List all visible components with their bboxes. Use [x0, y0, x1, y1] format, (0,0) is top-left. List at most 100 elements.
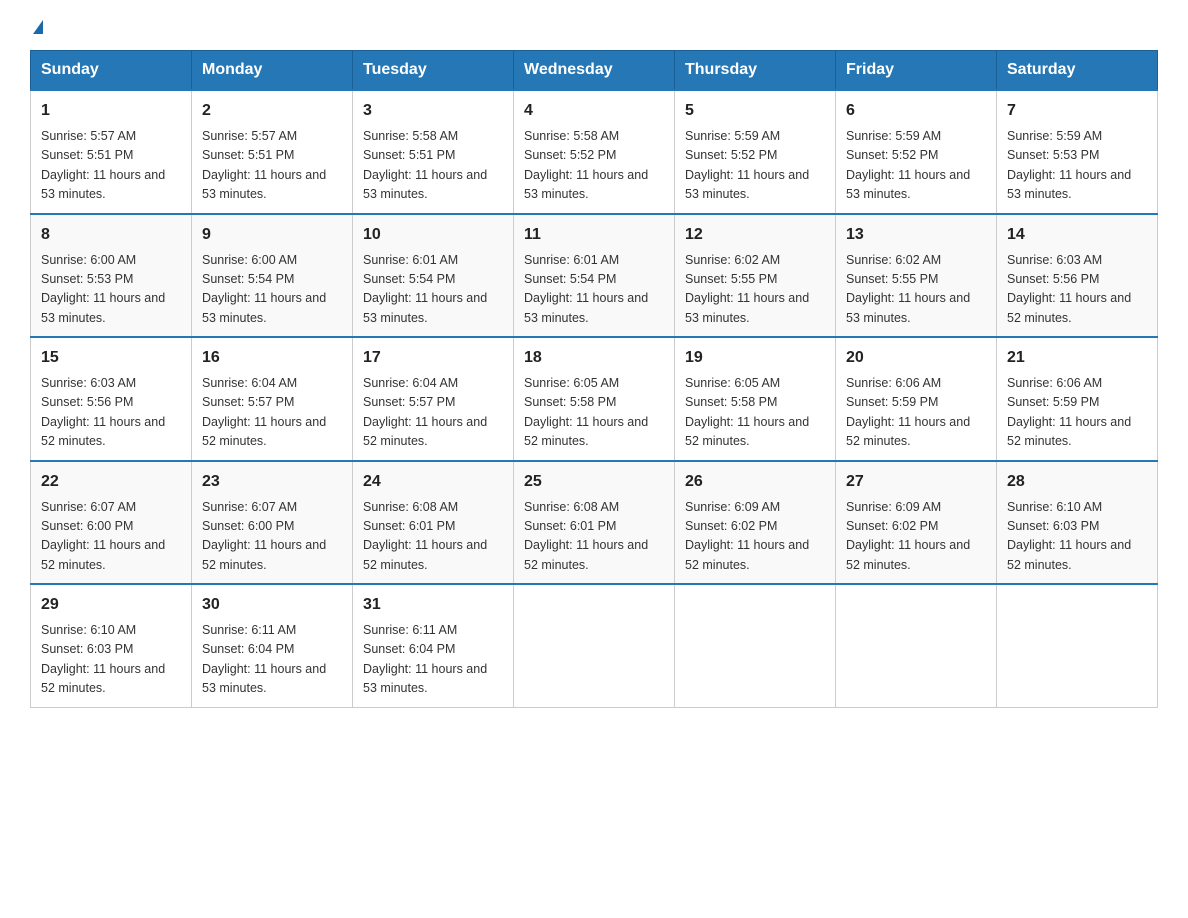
calendar-cell: 7 Sunrise: 5:59 AMSunset: 5:53 PMDaylight… [997, 90, 1158, 214]
day-number: 18 [524, 346, 664, 370]
calendar-cell: 16Sunrise: 6:04 AMSunset: 5:57 PMDayligh… [192, 337, 353, 461]
page-header [30, 20, 1158, 34]
logo-triangle-icon [33, 20, 43, 34]
day-number: 5 [685, 99, 825, 123]
day-number: 1 [41, 99, 181, 123]
day-info: Sunrise: 6:07 AMSunset: 6:00 PMDaylight:… [202, 498, 342, 576]
day-info: Sunrise: 6:09 AMSunset: 6:02 PMDaylight:… [846, 498, 986, 576]
day-number: 25 [524, 470, 664, 494]
day-info: Sunrise: 5:57 AMSunset: 5:51 PMDaylight:… [41, 127, 181, 205]
day-info: Sunrise: 5:58 AMSunset: 5:51 PMDaylight:… [363, 127, 503, 205]
day-info: Sunrise: 5:59 AMSunset: 5:52 PMDaylight:… [685, 127, 825, 205]
day-info: Sunrise: 6:06 AMSunset: 5:59 PMDaylight:… [846, 374, 986, 452]
day-info: Sunrise: 6:09 AMSunset: 6:02 PMDaylight:… [685, 498, 825, 576]
day-number: 6 [846, 99, 986, 123]
day-info: Sunrise: 6:10 AMSunset: 6:03 PMDaylight:… [41, 621, 181, 699]
day-info: Sunrise: 5:59 AMSunset: 5:53 PMDaylight:… [1007, 127, 1147, 205]
day-info: Sunrise: 6:01 AMSunset: 5:54 PMDaylight:… [363, 251, 503, 329]
day-info: Sunrise: 6:05 AMSunset: 5:58 PMDaylight:… [685, 374, 825, 452]
day-number: 22 [41, 470, 181, 494]
calendar-cell: 21 Sunrise: 6:06 AMSunset: 5:59 PMDayligh… [997, 337, 1158, 461]
calendar-cell: 8 Sunrise: 6:00 AMSunset: 5:53 PMDaylight… [31, 214, 192, 338]
day-number: 19 [685, 346, 825, 370]
calendar-cell: 19 Sunrise: 6:05 AMSunset: 5:58 PMDayligh… [675, 337, 836, 461]
day-number: 21 [1007, 346, 1147, 370]
day-number: 9 [202, 223, 342, 247]
day-info: Sunrise: 6:11 AMSunset: 6:04 PMDaylight:… [363, 621, 503, 699]
day-number: 17 [363, 346, 503, 370]
day-info: Sunrise: 6:02 AMSunset: 5:55 PMDaylight:… [846, 251, 986, 329]
calendar-cell [997, 584, 1158, 707]
day-info: Sunrise: 5:58 AMSunset: 5:52 PMDaylight:… [524, 127, 664, 205]
day-number: 7 [1007, 99, 1147, 123]
day-info: Sunrise: 6:11 AMSunset: 6:04 PMDaylight:… [202, 621, 342, 699]
calendar-cell: 18Sunrise: 6:05 AMSunset: 5:58 PMDayligh… [514, 337, 675, 461]
column-header-friday: Friday [836, 51, 997, 91]
day-number: 8 [41, 223, 181, 247]
day-number: 27 [846, 470, 986, 494]
calendar-cell: 4Sunrise: 5:58 AMSunset: 5:52 PMDaylight… [514, 90, 675, 214]
calendar-cell: 11 Sunrise: 6:01 AMSunset: 5:54 PMDayligh… [514, 214, 675, 338]
day-info: Sunrise: 6:08 AMSunset: 6:01 PMDaylight:… [363, 498, 503, 576]
day-number: 2 [202, 99, 342, 123]
calendar-cell: 3 Sunrise: 5:58 AMSunset: 5:51 PMDaylight… [353, 90, 514, 214]
calendar-cell: 13 Sunrise: 6:02 AMSunset: 5:55 PMDayligh… [836, 214, 997, 338]
calendar-cell: 30Sunrise: 6:11 AMSunset: 6:04 PMDayligh… [192, 584, 353, 707]
day-info: Sunrise: 6:03 AMSunset: 5:56 PMDaylight:… [41, 374, 181, 452]
day-number: 10 [363, 223, 503, 247]
calendar-cell: 25 Sunrise: 6:08 AMSunset: 6:01 PMDayligh… [514, 461, 675, 585]
day-number: 28 [1007, 470, 1147, 494]
calendar-cell [675, 584, 836, 707]
day-info: Sunrise: 6:00 AMSunset: 5:54 PMDaylight:… [202, 251, 342, 329]
column-header-thursday: Thursday [675, 51, 836, 91]
calendar-week-row: 8 Sunrise: 6:00 AMSunset: 5:53 PMDaylight… [31, 214, 1158, 338]
calendar-week-row: 29 Sunrise: 6:10 AMSunset: 6:03 PMDayligh… [31, 584, 1158, 707]
calendar-cell: 6Sunrise: 5:59 AMSunset: 5:52 PMDaylight… [836, 90, 997, 214]
calendar-cell [514, 584, 675, 707]
day-info: Sunrise: 6:07 AMSunset: 6:00 PMDaylight:… [41, 498, 181, 576]
calendar-week-row: 22 Sunrise: 6:07 AMSunset: 6:00 PMDayligh… [31, 461, 1158, 585]
calendar-cell: 14Sunrise: 6:03 AMSunset: 5:56 PMDayligh… [997, 214, 1158, 338]
day-number: 11 [524, 223, 664, 247]
calendar-cell: 5 Sunrise: 5:59 AMSunset: 5:52 PMDaylight… [675, 90, 836, 214]
calendar-cell: 31 Sunrise: 6:11 AMSunset: 6:04 PMDayligh… [353, 584, 514, 707]
day-info: Sunrise: 6:04 AMSunset: 5:57 PMDaylight:… [363, 374, 503, 452]
day-number: 23 [202, 470, 342, 494]
column-header-tuesday: Tuesday [353, 51, 514, 91]
calendar-cell: 2Sunrise: 5:57 AMSunset: 5:51 PMDaylight… [192, 90, 353, 214]
day-info: Sunrise: 6:06 AMSunset: 5:59 PMDaylight:… [1007, 374, 1147, 452]
day-number: 12 [685, 223, 825, 247]
day-number: 31 [363, 593, 503, 617]
day-number: 29 [41, 593, 181, 617]
calendar-cell [836, 584, 997, 707]
day-info: Sunrise: 6:01 AMSunset: 5:54 PMDaylight:… [524, 251, 664, 329]
day-number: 24 [363, 470, 503, 494]
day-number: 20 [846, 346, 986, 370]
calendar-table: SundayMondayTuesdayWednesdayThursdayFrid… [30, 50, 1158, 708]
column-header-wednesday: Wednesday [514, 51, 675, 91]
day-info: Sunrise: 6:02 AMSunset: 5:55 PMDaylight:… [685, 251, 825, 329]
day-info: Sunrise: 6:08 AMSunset: 6:01 PMDaylight:… [524, 498, 664, 576]
column-header-sunday: Sunday [31, 51, 192, 91]
day-number: 16 [202, 346, 342, 370]
calendar-cell: 20 Sunrise: 6:06 AMSunset: 5:59 PMDayligh… [836, 337, 997, 461]
calendar-cell: 10 Sunrise: 6:01 AMSunset: 5:54 PMDayligh… [353, 214, 514, 338]
calendar-cell: 29 Sunrise: 6:10 AMSunset: 6:03 PMDayligh… [31, 584, 192, 707]
calendar-cell: 27 Sunrise: 6:09 AMSunset: 6:02 PMDayligh… [836, 461, 997, 585]
column-header-saturday: Saturday [997, 51, 1158, 91]
calendar-cell: 12 Sunrise: 6:02 AMSunset: 5:55 PMDayligh… [675, 214, 836, 338]
calendar-cell: 1 Sunrise: 5:57 AMSunset: 5:51 PMDaylight… [31, 90, 192, 214]
calendar-header-row: SundayMondayTuesdayWednesdayThursdayFrid… [31, 51, 1158, 91]
calendar-cell: 24 Sunrise: 6:08 AMSunset: 6:01 PMDayligh… [353, 461, 514, 585]
day-number: 14 [1007, 223, 1147, 247]
calendar-cell: 28Sunrise: 6:10 AMSunset: 6:03 PMDayligh… [997, 461, 1158, 585]
day-number: 13 [846, 223, 986, 247]
day-number: 3 [363, 99, 503, 123]
calendar-cell: 9 Sunrise: 6:00 AMSunset: 5:54 PMDaylight… [192, 214, 353, 338]
logo [30, 20, 43, 34]
calendar-cell: 17 Sunrise: 6:04 AMSunset: 5:57 PMDayligh… [353, 337, 514, 461]
calendar-cell: 23 Sunrise: 6:07 AMSunset: 6:00 PMDayligh… [192, 461, 353, 585]
day-number: 15 [41, 346, 181, 370]
calendar-cell: 22 Sunrise: 6:07 AMSunset: 6:00 PMDayligh… [31, 461, 192, 585]
day-info: Sunrise: 6:00 AMSunset: 5:53 PMDaylight:… [41, 251, 181, 329]
